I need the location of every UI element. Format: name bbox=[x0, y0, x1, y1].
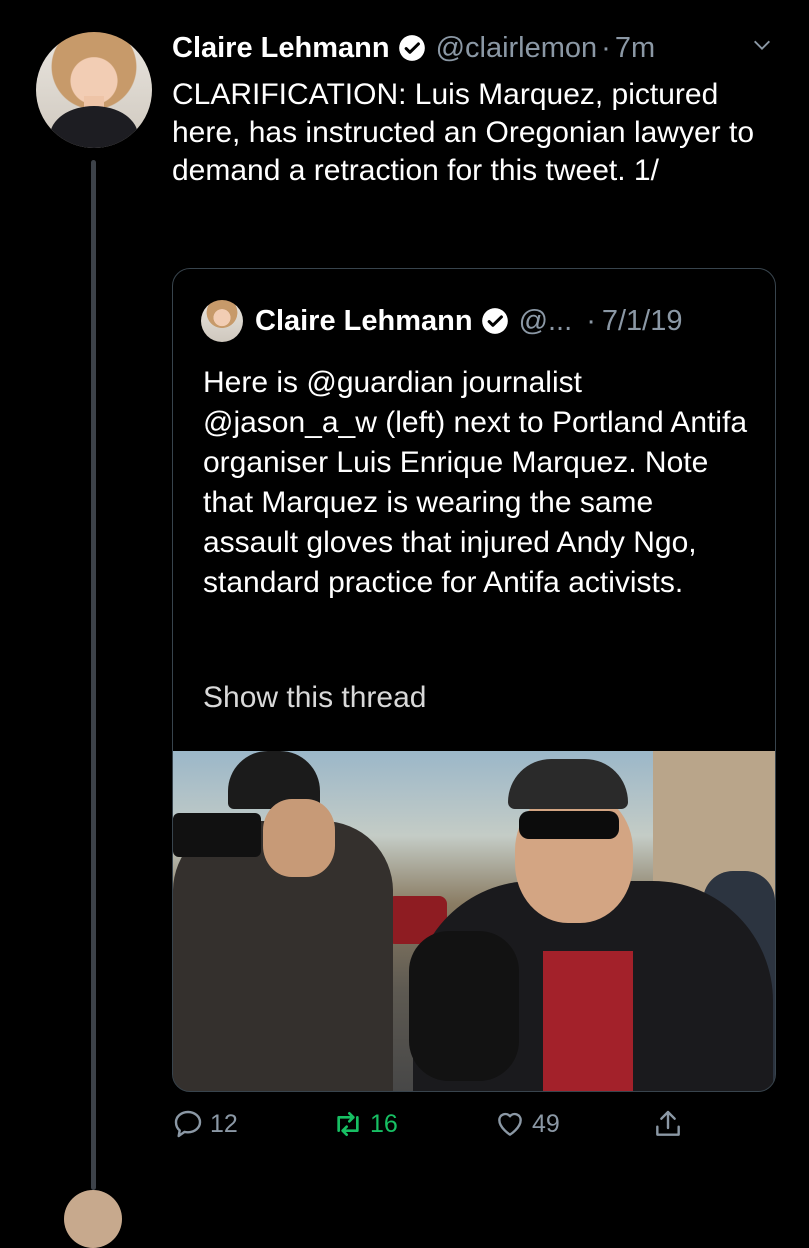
author-avatar[interactable] bbox=[36, 32, 152, 148]
header-separator: · bbox=[601, 31, 611, 64]
avatar-shoulders bbox=[50, 106, 138, 148]
quoted-tweet-body: Here is @guardian journalist @jason_a_w … bbox=[203, 366, 748, 599]
retweet-button[interactable]: 16 bbox=[332, 1108, 398, 1140]
next-tweet-avatar[interactable] bbox=[64, 1190, 122, 1248]
photo-sunglasses bbox=[519, 811, 619, 839]
reply-count: 12 bbox=[210, 1109, 238, 1138]
photo-camera bbox=[173, 813, 261, 857]
tweet-action-bar: 12 16 49 bbox=[172, 1108, 712, 1148]
author-handle[interactable]: @clairlemon bbox=[436, 32, 598, 65]
quoted-author-handle: @... bbox=[518, 304, 573, 337]
thread-connector-line bbox=[91, 160, 96, 1190]
retweet-count: 16 bbox=[370, 1109, 398, 1138]
tweet-timestamp[interactable]: 7m bbox=[615, 32, 655, 65]
photo-glove bbox=[409, 931, 519, 1081]
show-thread-link[interactable]: Show this thread bbox=[203, 681, 426, 715]
author-name[interactable]: Claire Lehmann bbox=[172, 32, 390, 65]
quoted-header-separator: · bbox=[586, 304, 596, 337]
photo-photographer-face bbox=[263, 799, 335, 877]
quoted-tweet-header: Claire Lehmann @... · 7/1/19 bbox=[201, 299, 745, 343]
like-count: 49 bbox=[532, 1109, 560, 1138]
like-button[interactable]: 49 bbox=[494, 1108, 560, 1140]
chevron-down-icon[interactable] bbox=[751, 34, 773, 56]
like-icon bbox=[498, 1112, 522, 1136]
tweet-header: Claire Lehmann @clairlemon · 7m bbox=[172, 28, 773, 68]
photo-red-sweater bbox=[543, 951, 633, 1091]
photo-man-cap bbox=[508, 759, 628, 809]
quoted-tweet-photo[interactable] bbox=[173, 751, 775, 1091]
share-icon bbox=[656, 1110, 680, 1136]
reply-icon bbox=[174, 1110, 202, 1138]
share-button[interactable] bbox=[652, 1108, 690, 1140]
verified-badge-icon bbox=[398, 35, 425, 61]
quoted-tweet-date: 7/1/19 bbox=[601, 304, 683, 337]
retweet-icon bbox=[337, 1112, 359, 1136]
reply-button[interactable]: 12 bbox=[172, 1108, 238, 1140]
quoted-tweet-card[interactable]: Claire Lehmann @... · 7/1/19 Here is @gu… bbox=[172, 268, 776, 1092]
quoted-author-name: Claire Lehmann bbox=[255, 304, 473, 337]
tweet-body: CLARIFICATION: Luis Marquez, pictured he… bbox=[172, 78, 754, 187]
quoted-author-avatar bbox=[201, 300, 243, 342]
verified-badge-icon bbox=[481, 308, 508, 334]
